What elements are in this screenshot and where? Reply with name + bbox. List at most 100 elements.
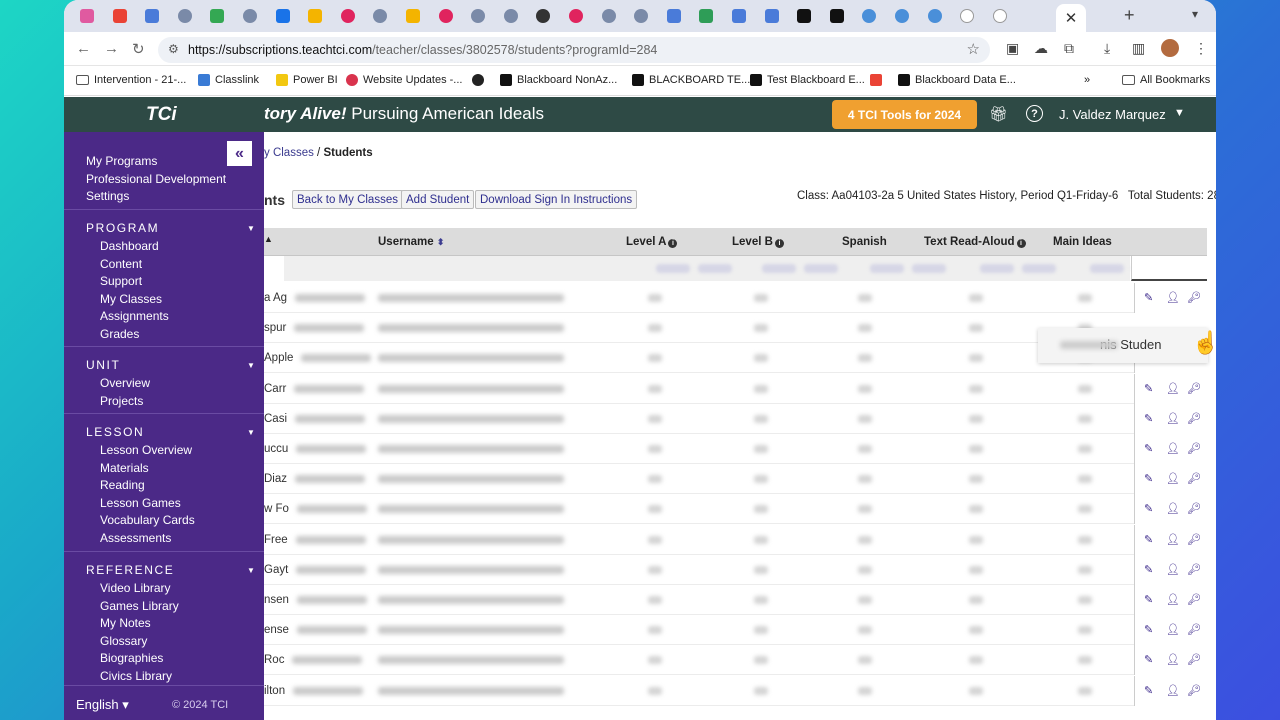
edit-icon[interactable]: ✎ bbox=[1144, 412, 1153, 425]
table-row[interactable]: Casi ✎ 👤︎ 🔑︎ bbox=[264, 403, 1207, 434]
bookmark-star-icon[interactable]: ☆ bbox=[967, 40, 980, 58]
table-row[interactable]: ilton ✎ 👤︎ 🔑︎ bbox=[264, 675, 1207, 706]
download-icon[interactable]: ⤓ bbox=[1104, 40, 1110, 57]
forward-icon[interactable]: → bbox=[104, 40, 119, 57]
edit-icon[interactable]: ✎ bbox=[1144, 472, 1153, 485]
edit-icon[interactable]: ✎ bbox=[1144, 684, 1153, 697]
student-name[interactable]: w Fo bbox=[264, 503, 289, 515]
remove-student-icon[interactable]: 👤︎ bbox=[1166, 291, 1180, 304]
column-text-read-aloud[interactable]: Text Read-Aloud i bbox=[924, 236, 1026, 248]
table-row[interactable]: Gayt ✎ 👤︎ 🔑︎ bbox=[264, 554, 1207, 585]
browser-tab[interactable] bbox=[369, 6, 391, 26]
password-key-icon[interactable]: 🔑︎ bbox=[1187, 653, 1201, 666]
edit-icon[interactable]: ✎ bbox=[1144, 623, 1153, 636]
browser-tab[interactable] bbox=[239, 6, 261, 26]
browser-tab[interactable] bbox=[858, 6, 880, 26]
remove-student-icon[interactable]: 👤︎ bbox=[1166, 412, 1180, 425]
browser-tab[interactable] bbox=[174, 6, 196, 26]
browser-tab[interactable] bbox=[728, 6, 750, 26]
sidebar-item[interactable]: Content bbox=[100, 257, 142, 271]
browser-tab[interactable] bbox=[989, 6, 1011, 26]
add-student-button[interactable]: Add Student bbox=[401, 190, 475, 209]
address-bar[interactable]: ⚙ https://subscriptions.teachtci.com/tea… bbox=[158, 37, 990, 63]
reload-icon[interactable]: ↻ bbox=[132, 40, 145, 58]
bookmark-item[interactable]: Intervention - 21-... bbox=[76, 74, 186, 86]
edit-icon[interactable]: ✎ bbox=[1144, 291, 1153, 304]
edit-icon[interactable]: ✎ bbox=[1144, 382, 1153, 395]
remove-student-icon[interactable]: 👤︎ bbox=[1166, 563, 1180, 576]
edit-icon[interactable]: ✎ bbox=[1144, 442, 1153, 455]
browser-tab[interactable] bbox=[956, 6, 978, 26]
column-level-b[interactable]: Level Bi bbox=[732, 236, 784, 248]
extension-drive-icon[interactable]: ☁ bbox=[1034, 40, 1048, 57]
browser-tab[interactable] bbox=[109, 6, 131, 26]
tab-search-chevron-icon[interactable]: ▾ bbox=[1192, 7, 1198, 21]
sidebar-item[interactable]: Civics Library bbox=[100, 669, 172, 683]
remove-student-icon[interactable]: 👤︎ bbox=[1166, 653, 1180, 666]
column-main-ideas[interactable]: Main Ideas bbox=[1053, 236, 1112, 248]
table-row[interactable]: Carr ✎ 👤︎ 🔑︎ bbox=[264, 373, 1207, 404]
student-name[interactable]: Carr bbox=[264, 383, 286, 395]
table-row[interactable]: uccu ✎ 👤︎ 🔑︎ bbox=[264, 434, 1207, 464]
sidebar-section-title[interactable]: REFERENCE bbox=[86, 563, 174, 577]
browser-tab[interactable] bbox=[206, 6, 228, 26]
password-key-icon[interactable]: 🔑︎ bbox=[1187, 291, 1201, 304]
sidebar-item[interactable]: My Classes bbox=[100, 292, 162, 306]
browser-tab[interactable] bbox=[467, 6, 489, 26]
table-row[interactable]: ense ✎ 👤︎ 🔑︎ bbox=[264, 615, 1207, 646]
collapse-sidebar-icon[interactable]: « bbox=[227, 141, 252, 166]
bookmark-item[interactable]: Blackboard NonAz... bbox=[500, 74, 617, 86]
sidebar-top-link[interactable]: My Programs bbox=[86, 154, 157, 168]
column-level-a[interactable]: Level Ai bbox=[626, 236, 678, 248]
sort-up-icon[interactable]: ▲ bbox=[264, 234, 273, 244]
browser-tab[interactable] bbox=[304, 6, 326, 26]
section-caret-icon[interactable]: ▼ bbox=[247, 224, 255, 233]
password-key-icon[interactable]: 🔑︎ bbox=[1187, 442, 1201, 455]
bookmarks-more-button[interactable]: » bbox=[1084, 74, 1090, 86]
active-tab-close-button[interactable]: ✕ bbox=[1056, 4, 1086, 32]
section-caret-icon[interactable]: ▼ bbox=[247, 428, 255, 437]
student-name[interactable]: Diaz bbox=[264, 473, 287, 485]
student-name[interactable]: uccu bbox=[264, 443, 288, 455]
password-key-icon[interactable]: 🔑︎ bbox=[1187, 472, 1201, 485]
gift-icon[interactable]: 🎁︎ bbox=[989, 105, 1008, 123]
section-caret-icon[interactable]: ▼ bbox=[247, 361, 255, 370]
sidebar-item[interactable]: My Notes bbox=[100, 616, 151, 630]
user-name[interactable]: J. Valdez Marquez bbox=[1059, 107, 1166, 122]
sidebar-item[interactable]: Vocabulary Cards bbox=[100, 513, 195, 527]
remove-student-icon[interactable]: 👤︎ bbox=[1166, 442, 1180, 455]
bookmark-item[interactable]: BLACKBOARD TE... bbox=[632, 74, 750, 86]
password-key-icon[interactable]: 🔑︎ bbox=[1187, 563, 1201, 576]
sidebar-item[interactable]: Games Library bbox=[100, 599, 179, 613]
sidebar-item[interactable]: Grades bbox=[100, 327, 139, 341]
browser-tab[interactable] bbox=[695, 6, 717, 26]
section-caret-icon[interactable]: ▼ bbox=[247, 566, 255, 575]
student-name[interactable]: Casi bbox=[264, 413, 287, 425]
breadcrumb-my-classes[interactable]: y Classes bbox=[264, 147, 314, 159]
bookmark-item[interactable]: Website Updates -... bbox=[346, 74, 462, 86]
column-spanish[interactable]: Spanish bbox=[842, 236, 887, 248]
sidebar-item[interactable]: Reading bbox=[100, 478, 145, 492]
browser-tab[interactable] bbox=[598, 6, 620, 26]
browser-tab[interactable] bbox=[630, 6, 652, 26]
new-tab-button[interactable]: + bbox=[1124, 5, 1135, 26]
browser-tab[interactable] bbox=[565, 6, 587, 26]
password-key-icon[interactable]: 🔑︎ bbox=[1187, 593, 1201, 606]
sidebar-item[interactable]: Assessments bbox=[100, 531, 171, 545]
info-icon[interactable]: i bbox=[668, 239, 678, 248]
table-row[interactable]: Diaz ✎ 👤︎ 🔑︎ bbox=[264, 464, 1207, 495]
site-info-icon[interactable]: ⚙ bbox=[168, 42, 179, 56]
bookmark-item[interactable]: Test Blackboard E... bbox=[750, 74, 865, 86]
all-bookmarks-button[interactable]: All Bookmarks bbox=[1122, 74, 1210, 86]
bookmark-item[interactable] bbox=[870, 74, 882, 86]
download-sign-in-button[interactable]: Download Sign In Instructions bbox=[475, 190, 638, 209]
sidebar-item[interactable]: Dashboard bbox=[100, 239, 159, 253]
student-name[interactable]: ense bbox=[264, 624, 289, 636]
table-row[interactable]: a Ag ✎ 👤︎ 🔑︎ bbox=[264, 283, 1207, 313]
info-icon[interactable]: i bbox=[774, 239, 784, 248]
sidebar-item[interactable]: Assignments bbox=[100, 309, 169, 323]
sidebar-section-title[interactable]: PROGRAM bbox=[86, 221, 159, 235]
browser-tab[interactable] bbox=[402, 6, 424, 26]
help-icon[interactable]: ? bbox=[1026, 105, 1043, 122]
browser-tab[interactable] bbox=[891, 6, 913, 26]
